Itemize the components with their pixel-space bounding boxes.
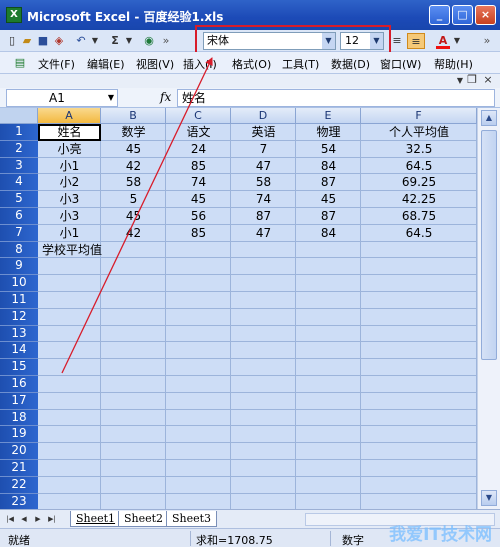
status-divider bbox=[190, 531, 191, 546]
first-sheet-icon[interactable]: |◀ bbox=[4, 513, 16, 525]
status-ready: 就绪 bbox=[8, 534, 30, 547]
status-divider bbox=[330, 531, 331, 546]
annotation-arrow bbox=[61, 57, 213, 374]
tab-sheet1[interactable]: Sheet1 bbox=[70, 511, 122, 527]
last-sheet-icon[interactable]: ▶| bbox=[46, 513, 58, 525]
status-mode: 数字 bbox=[342, 534, 364, 547]
tab-sheet2[interactable]: Sheet2 bbox=[118, 511, 170, 527]
watermark-logo: 我爱IT技术网 bbox=[389, 525, 492, 545]
next-sheet-icon[interactable]: ▶ bbox=[32, 513, 44, 525]
tab-sheet3[interactable]: Sheet3 bbox=[166, 511, 218, 527]
status-sum: 求和=1708.75 bbox=[196, 534, 273, 547]
prev-sheet-icon[interactable]: ◀ bbox=[18, 513, 30, 525]
